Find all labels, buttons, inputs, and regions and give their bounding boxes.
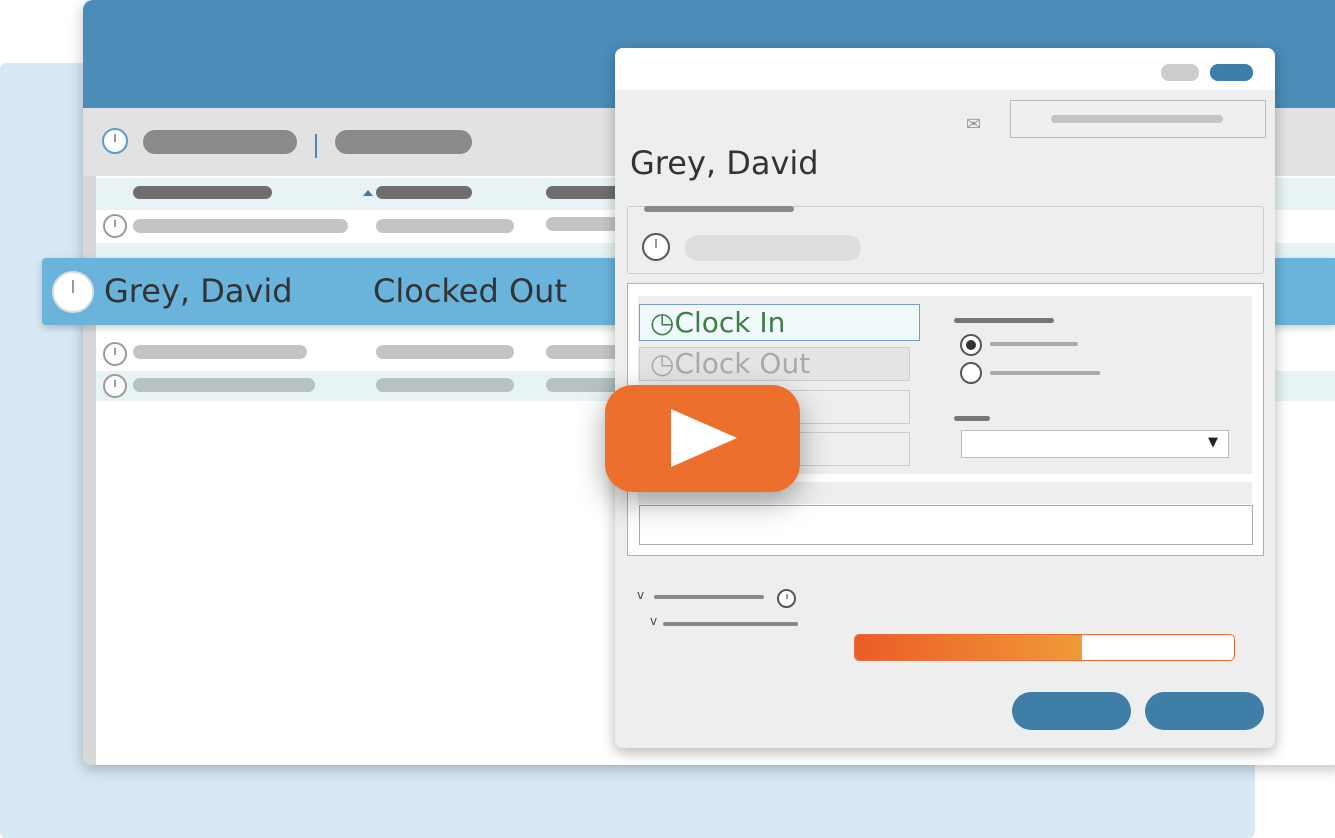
employee-status: Clocked Out (373, 272, 567, 310)
row-cell (546, 345, 626, 359)
maximize-button[interactable] (1210, 64, 1253, 81)
info-group (627, 206, 1264, 274)
column-header[interactable] (546, 186, 626, 199)
employee-name: Grey, David (104, 272, 293, 310)
row-cell (546, 217, 626, 231)
envelope-icon[interactable]: ✉ (966, 116, 990, 134)
clock-icon (642, 233, 670, 261)
clock-out-label: Clock Out (674, 347, 811, 380)
row-cell (133, 378, 315, 392)
chevron-down-icon[interactable]: v (637, 588, 644, 602)
clock-in-button[interactable]: ◷Clock In (639, 304, 920, 341)
minimize-button[interactable] (1161, 64, 1199, 81)
column-header[interactable] (133, 186, 272, 199)
ok-button[interactable] (1012, 692, 1131, 730)
clock-icon (103, 374, 127, 398)
toolbar-button[interactable] (143, 130, 297, 154)
divider (315, 134, 317, 158)
clock-in-label: Clock In (674, 306, 786, 339)
clock-out-button[interactable]: ◷Clock Out (639, 347, 910, 381)
chevron-down-icon[interactable]: v (650, 614, 657, 628)
column-header[interactable] (376, 186, 472, 199)
clock-icon (777, 589, 796, 608)
row-cell (376, 378, 514, 392)
play-icon (671, 409, 737, 467)
row-cell (546, 378, 626, 392)
row-cell (376, 219, 514, 233)
sort-asc-icon (363, 190, 373, 196)
row-cell (133, 219, 348, 233)
notes-input[interactable] (639, 505, 1253, 545)
radio-unselected[interactable] (960, 362, 982, 384)
progress-bar (854, 634, 1235, 661)
search-field[interactable] (1010, 100, 1266, 138)
dialog-title: Grey, David (630, 144, 819, 182)
toolbar-button[interactable] (335, 130, 472, 154)
chevron-down-icon: ▼ (1208, 435, 1218, 450)
clock-icon (103, 342, 127, 366)
radio-selected[interactable] (960, 334, 982, 356)
cancel-button[interactable] (1145, 692, 1264, 730)
clock-icon[interactable] (102, 128, 128, 154)
row-cell (376, 345, 514, 359)
play-button[interactable] (605, 385, 800, 492)
clock-icon (52, 271, 94, 313)
clock-icon (103, 214, 127, 238)
progress-fill (855, 635, 1083, 660)
row-cell (133, 345, 307, 359)
dropdown[interactable]: ▼ (961, 430, 1229, 458)
